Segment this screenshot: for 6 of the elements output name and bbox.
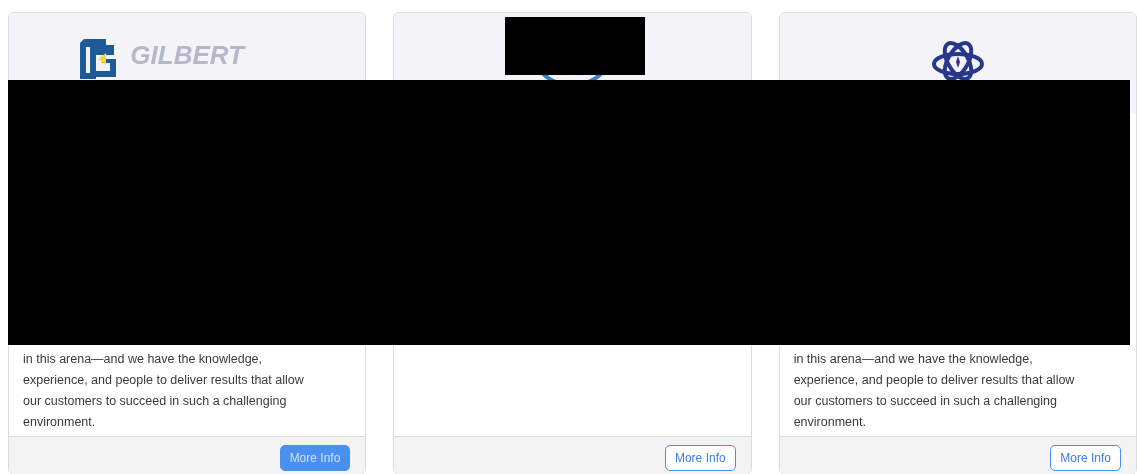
description-text: in this arena—and we have the knowledge, experience, and people to deliver results that allow our customers to succeed in such a challenging environment. [23, 351, 305, 431]
more-info-button[interactable]: More Info [664, 445, 736, 471]
logo-text: GILBERT [130, 39, 244, 72]
description-text: in this arena—and we have the knowledge, experience, and people to deliver results that allow our customers to succeed in such a challenging environment. [793, 351, 1076, 431]
more-info-button[interactable]: More Info [1050, 445, 1121, 471]
more-info-button[interactable]: More Info [279, 445, 351, 471]
